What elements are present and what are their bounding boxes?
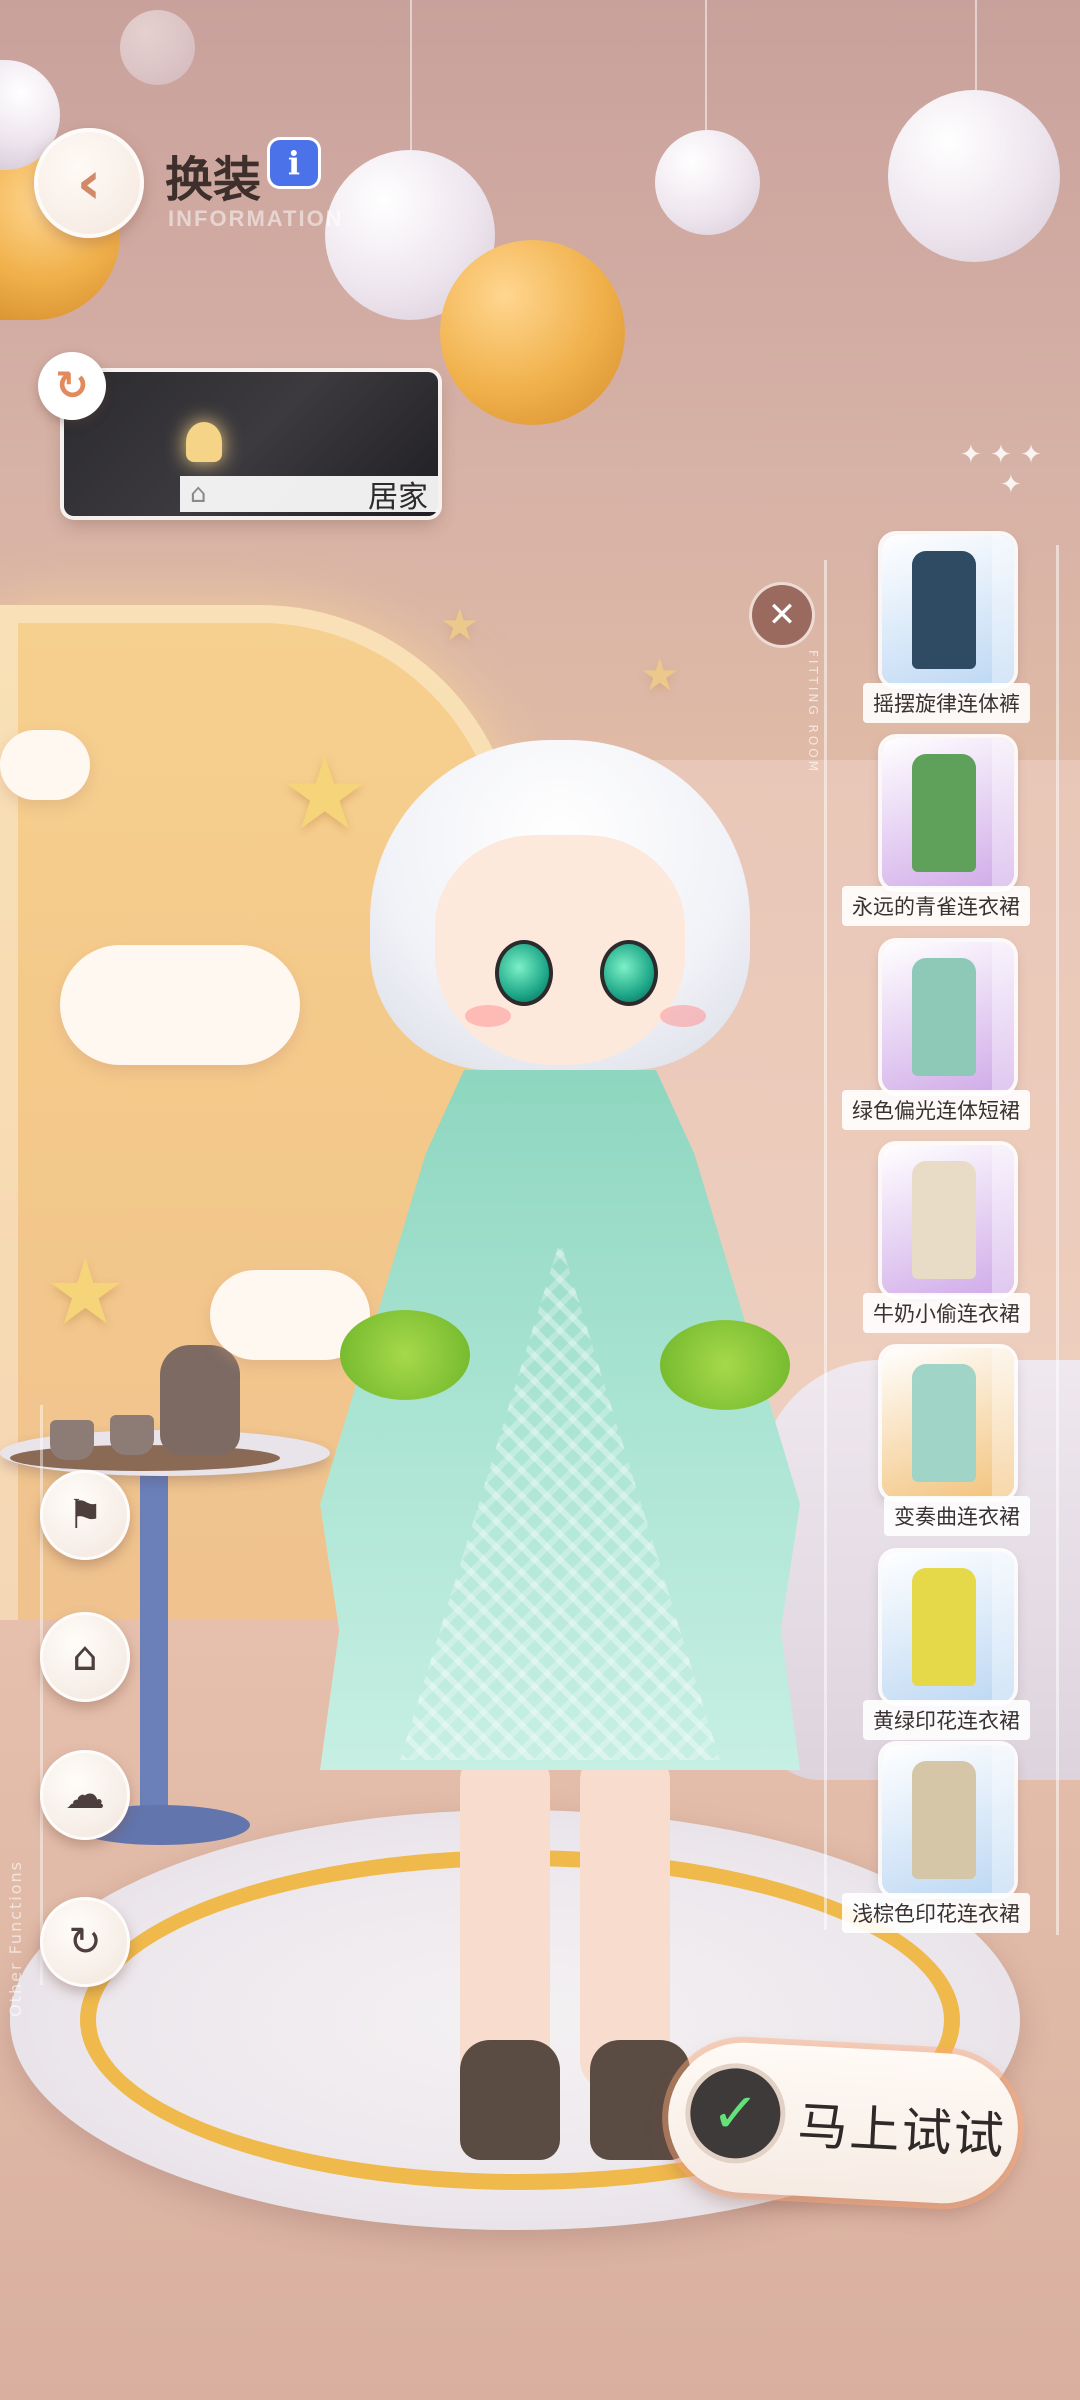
outfit-thumbnail[interactable] (882, 1552, 1014, 1702)
star-deco: ★ (640, 650, 680, 701)
outfit-garment-icon (912, 551, 976, 669)
outfit-ribbon (992, 1145, 1014, 1295)
house-button[interactable]: ⌂ (40, 1612, 130, 1702)
outfit-name: 摇摆旋律连体裤 (863, 683, 1030, 723)
outfit-ribbon (992, 1552, 1014, 1702)
outfit-item[interactable]: 黄绿印花连衣裙 (850, 1552, 1040, 1747)
table-leg (140, 1470, 168, 1830)
hanging-ball (888, 90, 1060, 262)
outfit-thumbnail[interactable] (882, 942, 1014, 1092)
page-title: 换装 (165, 152, 262, 208)
outfit-garment-icon (912, 1568, 976, 1686)
back-button[interactable]: ‹ (34, 128, 144, 238)
tools-divider (40, 1405, 43, 1985)
outfit-item[interactable]: 摇摆旋律连体裤 (850, 535, 1040, 730)
character-shoe (460, 2040, 560, 2160)
outfit-garment-icon (912, 1364, 976, 1482)
ball-string (705, 0, 707, 130)
scene-label: 居家 (368, 480, 428, 515)
sleeve-frill (340, 1310, 470, 1400)
sparkle-icon: ✦ (1000, 470, 1022, 500)
character-leg (460, 1750, 550, 2090)
star-deco: ★ (440, 600, 480, 651)
sparkle-icon: ✦ ✦ ✦ (960, 440, 1042, 470)
outfit-garment-icon (912, 1761, 976, 1879)
ball-string (975, 0, 977, 90)
check-icon: ✓ (688, 2066, 783, 2161)
fitting-room-label: FITTING ROOM (806, 650, 820, 775)
info-button[interactable]: i (270, 140, 318, 186)
try-now-button[interactable]: ✓ 马上试试 (664, 2038, 1022, 2208)
outfit-name: 绿色偏光连体短裙 (842, 1090, 1030, 1130)
outfit-thumbnail[interactable] (882, 1145, 1014, 1295)
outfit-item[interactable]: 变奏曲连衣裙 (850, 1348, 1040, 1543)
teacup (50, 1420, 94, 1460)
sleeve-frill (660, 1320, 790, 1410)
scene-refresh-button[interactable]: ↻ (38, 352, 106, 420)
avatar-character[interactable] (260, 740, 860, 2160)
page-subtitle: INFORMATION (168, 206, 344, 231)
back-arrow-icon: ‹ (76, 148, 102, 218)
outfit-ribbon (992, 1348, 1014, 1498)
outfit-name: 浅棕色印花连衣裙 (842, 1893, 1030, 1933)
reset-button[interactable]: ↻ (40, 1897, 130, 1987)
home-icon: ⌂ (190, 479, 207, 509)
character-blush (465, 1005, 511, 1027)
weather-icon: ☁ (65, 1772, 105, 1818)
outfit-thumbnail[interactable] (882, 1348, 1014, 1498)
outfit-item[interactable]: 永远的青雀连衣裙 (842, 738, 1040, 933)
hanging-ball (655, 130, 760, 235)
hanging-ball (120, 10, 195, 85)
refresh-icon: ↻ (55, 363, 89, 409)
cloud-deco (0, 730, 90, 800)
outfit-garment-icon (912, 958, 976, 1076)
character-leg (580, 1750, 670, 2090)
character-eye (600, 940, 658, 1006)
outfit-ribbon (992, 738, 1014, 888)
character-blush (660, 1005, 706, 1027)
outfit-item[interactable]: 浅棕色印花连衣裙 (842, 1745, 1040, 1940)
weather-button[interactable]: ☁ (40, 1750, 130, 1840)
hanging-ball (440, 240, 625, 425)
outfit-ribbon (992, 1745, 1014, 1895)
teacup (110, 1415, 154, 1455)
wardrobe-button[interactable]: ⚑ (40, 1470, 130, 1560)
reset-icon: ↻ (68, 1919, 102, 1965)
outfit-item[interactable]: 牛奶小偷连衣裙 (850, 1145, 1040, 1340)
outfit-name: 牛奶小偷连衣裙 (863, 1293, 1030, 1333)
scene-label-bar[interactable]: ⌂ 居家 (180, 476, 438, 515)
character-eye (495, 940, 553, 1006)
close-icon: ✕ (767, 595, 797, 635)
lamp-icon (186, 422, 222, 462)
fitting-room-scrollbar[interactable] (1056, 545, 1059, 1935)
outfit-ribbon (992, 535, 1014, 685)
house-icon: ⌂ (72, 1634, 98, 1680)
try-now-label: 马上试试 (796, 2096, 1008, 2166)
outfit-name: 永远的青雀连衣裙 (842, 886, 1030, 926)
fitting-room-divider (824, 560, 827, 1930)
outfit-thumbnail[interactable] (882, 738, 1014, 888)
outfit-ribbon (992, 942, 1014, 1092)
wardrobe-icon: ⚑ (67, 1492, 103, 1538)
teapot (160, 1345, 240, 1455)
outfit-item[interactable]: 绿色偏光连体短裙 (842, 942, 1040, 1137)
star-deco: ★ (45, 1240, 126, 1345)
outfit-name: 黄绿印花连衣裙 (863, 1700, 1030, 1740)
outfit-garment-icon (912, 1161, 976, 1279)
outfit-name: 变奏曲连衣裙 (884, 1496, 1030, 1536)
outfit-thumbnail[interactable] (882, 535, 1014, 685)
ball-string (410, 0, 412, 150)
outfit-garment-icon (912, 754, 976, 872)
fitting-room-close-button[interactable]: ✕ (752, 585, 812, 645)
outfit-thumbnail[interactable] (882, 1745, 1014, 1895)
other-functions-label: Other Functions (6, 1860, 25, 2017)
